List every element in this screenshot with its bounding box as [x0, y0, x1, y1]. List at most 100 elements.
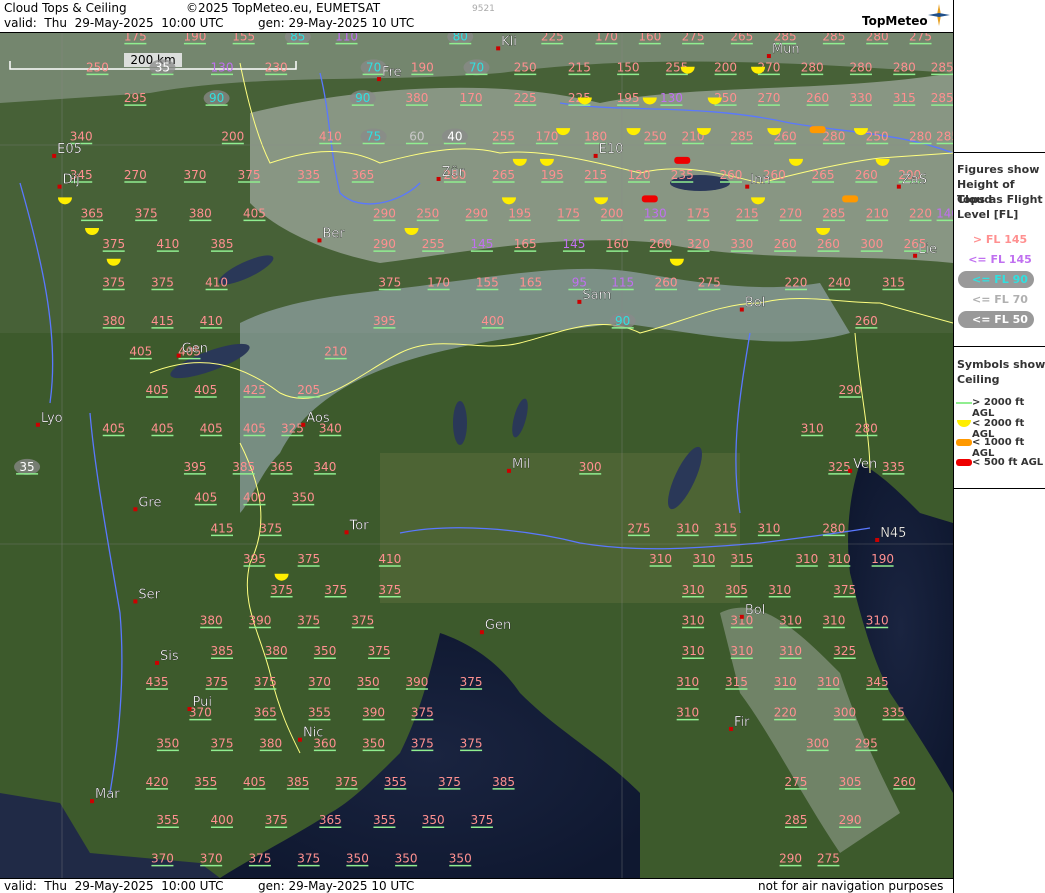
generated-time: gen: 29-May-2025 10 UTC — [258, 16, 415, 30]
cloud-top-value: 325 — [833, 644, 856, 659]
cloud-top-label: 130 — [644, 206, 667, 220]
cloud-top-value: 280 — [849, 60, 872, 76]
cloud-top-value: 300 — [579, 460, 602, 475]
cloud-top-value: 405 — [194, 491, 217, 506]
cloud-top-value: 300 — [860, 237, 883, 252]
cloud-top-label: 275 — [682, 33, 705, 44]
cloud-top-label: 290 — [839, 813, 862, 827]
cloud-top-value: 235 — [671, 168, 694, 183]
cloud-top-label: 350 — [362, 736, 385, 750]
copyright: ©2025 TopMeteo.eu, EUMETSAT — [186, 1, 381, 15]
cloud-top-value: 375 — [411, 706, 434, 721]
cloud-top-label: 75 — [366, 130, 381, 144]
cloud-top-value: 350 — [313, 644, 336, 659]
city-label: Bol — [745, 296, 765, 311]
cloud-top-label: 70 — [366, 60, 381, 74]
cloud-top-label: 280 — [822, 521, 845, 535]
cloud-top-value: 375 — [297, 614, 320, 629]
cloud-top-label: 380 — [265, 644, 288, 658]
cloud-top-value: 375 — [254, 675, 277, 690]
cloud-top-value: 405 — [146, 383, 168, 398]
cloud-top-label: 115 — [611, 276, 634, 290]
cloud-top-value: 375 — [368, 644, 390, 659]
city-marker — [301, 422, 306, 427]
cloud-top-label: 310 — [822, 614, 845, 628]
cloud-top-value: 395 — [243, 552, 266, 567]
cloud-top-value: 260 — [855, 314, 878, 329]
cloud-top-label: 275 — [785, 775, 808, 789]
ceiling-orange-icon — [956, 439, 972, 446]
legend-fl-le-70: <= FL 70 — [972, 293, 1028, 306]
cloud-top-value: 285 — [936, 130, 953, 145]
cloud-top-value: 280 — [893, 60, 916, 76]
cloud-top-label: 170 — [535, 130, 558, 144]
cloud-top-value: 285 — [822, 33, 845, 45]
cloud-top-value: 395 — [373, 314, 396, 329]
legend-fl-le-50: <= FL 50 — [972, 313, 1028, 326]
cloud-top-label: 195 — [617, 91, 640, 105]
cloud-top-label: 350 — [346, 852, 369, 866]
cloud-top-value: 310 — [866, 614, 889, 629]
cloud-top-value: 165 — [514, 237, 537, 252]
cloud-top-label: 350 — [395, 852, 418, 866]
city-label: Gen — [485, 618, 511, 633]
cloud-top-label: 400 — [243, 491, 266, 505]
cloud-top-value: 325 — [828, 460, 851, 475]
cloud-top-label: 290 — [839, 383, 862, 397]
cloud-top-label: 375 — [248, 852, 271, 866]
footer-generated-time: gen: 29-May-2025 10 UTC — [258, 879, 415, 893]
cloud-top-value: 310 — [822, 614, 845, 629]
city-marker — [133, 599, 138, 604]
cloud-top-value: 290 — [373, 237, 396, 252]
cloud-top-label: 315 — [893, 91, 916, 105]
cloud-top-value: 405 — [243, 775, 266, 790]
city-label: Bol — [745, 603, 765, 618]
cloud-top-label: 280 — [822, 130, 845, 144]
cloud-top-value: 190 — [411, 60, 434, 76]
city-label: E10 — [599, 142, 624, 157]
cloud-top-label: 310 — [682, 583, 705, 597]
city-marker — [90, 799, 95, 804]
cloud-top-label: 405 — [102, 421, 125, 435]
city-label: ZaS — [902, 173, 927, 188]
cloud-top-value: 310 — [682, 644, 705, 659]
cloud-top-value: 380 — [259, 736, 282, 752]
cloud-top-label: 320 — [687, 237, 710, 251]
cloud-top-value: 295 — [124, 91, 147, 106]
city-label: Dij — [63, 173, 80, 188]
cloud-top-label: 170 — [427, 276, 450, 290]
cloud-top-label: 290 — [373, 237, 396, 251]
cloud-top-value: 290 — [839, 813, 862, 828]
cloud-top-label: 200 — [714, 60, 737, 74]
cloud-top-value: 290 — [779, 852, 802, 867]
cloud-top-value: 195 — [617, 91, 640, 106]
cloud-top-label: 355 — [373, 813, 396, 827]
cloud-tops-map-page: Cloud Tops & Ceiling ©2025 TopMeteo.eu, … — [0, 0, 1045, 893]
cloud-top-value: 255 — [492, 130, 515, 145]
cloud-top-label: 380 — [189, 206, 212, 220]
cloud-top-value: 370 — [200, 852, 223, 867]
cloud-top-label: 190 — [183, 33, 206, 44]
cloud-top-label: 410 — [378, 552, 401, 566]
cloud-top-label: 270 — [779, 206, 802, 220]
city-label: Lyo — [41, 411, 63, 426]
cloud-top-value: 375 — [460, 736, 483, 752]
cloud-top-label: 250 — [416, 206, 439, 220]
cloud-top-label: 365 — [270, 460, 293, 474]
cloud-top-label: 290 — [465, 206, 488, 220]
cloud-top-label: 410 — [205, 276, 228, 290]
city-marker — [745, 184, 750, 189]
cloud-top-label: 310 — [676, 675, 699, 689]
cloud-top-label: 110 — [335, 33, 358, 44]
figures-title-1: Figures show — [957, 163, 1040, 176]
footer-valid-time: valid: Thu 29-May-2025 10:00 UTC — [4, 879, 224, 893]
cloud-top-label: 370 — [183, 168, 206, 182]
cloud-top-value: 275 — [698, 276, 721, 291]
cloud-top-value: 260 — [655, 276, 677, 291]
cloud-top-label: 390 — [362, 706, 385, 720]
cloud-top-value: 155 — [476, 276, 499, 291]
city-marker — [155, 660, 160, 665]
cloud-top-value: 380 — [405, 91, 428, 106]
cloud-top-value: 350 — [292, 491, 315, 506]
cloud-top-label: 60 — [409, 130, 424, 144]
